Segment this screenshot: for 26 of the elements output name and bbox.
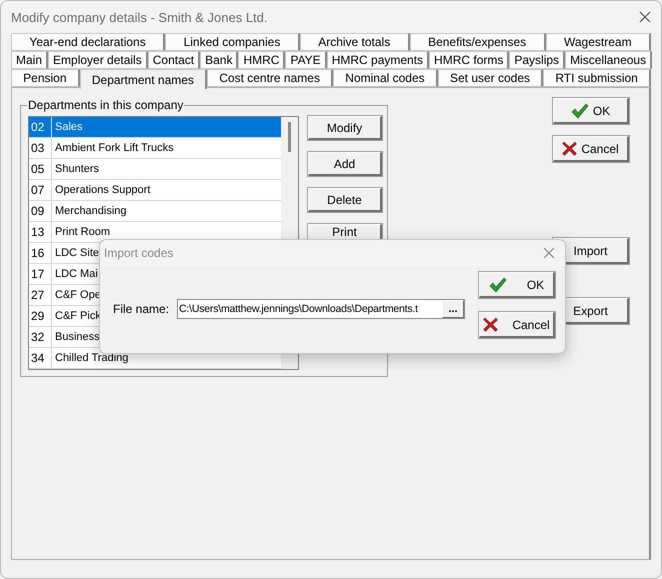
code-cell: 05 bbox=[29, 159, 52, 179]
name-cell-text: Ambient Fork Lift Trucks bbox=[54, 141, 174, 156]
group-title: Departments in this company bbox=[27, 98, 184, 112]
name-cell-text: LDC Site bbox=[54, 246, 100, 261]
code-cell: 29 bbox=[29, 306, 52, 326]
code-cell: 07 bbox=[29, 180, 52, 200]
name-cell-text: Print Room bbox=[54, 225, 110, 240]
dialog-title: Import codes bbox=[104, 246, 174, 260]
code-cell: 17 bbox=[29, 264, 52, 284]
code-cell: 13 bbox=[29, 222, 52, 242]
code-cell: 27 bbox=[29, 285, 52, 305]
code-cell: 16 bbox=[29, 243, 52, 263]
code-cell: 09 bbox=[29, 201, 52, 221]
code-cell: 02 bbox=[29, 117, 52, 137]
code-cell: 32 bbox=[29, 327, 52, 347]
name-cell-text: Business bbox=[54, 330, 100, 345]
code-cell: 03 bbox=[29, 138, 52, 158]
name-cell-text: Merchandising bbox=[54, 204, 127, 219]
name-cell-text: LDC Mai bbox=[54, 267, 98, 282]
field-label: File name: bbox=[113, 302, 170, 316]
code-cell: 34 bbox=[29, 348, 52, 368]
name-cell-text: Operations Support bbox=[54, 183, 150, 198]
name-cell-text: Chilled Trading bbox=[54, 351, 128, 366]
window-title: Modify company details - Smith & Jones Ltd. bbox=[11, 10, 268, 24]
name-cell-text: Shunters bbox=[54, 162, 100, 177]
name-cell-text: Sales bbox=[54, 120, 83, 135]
